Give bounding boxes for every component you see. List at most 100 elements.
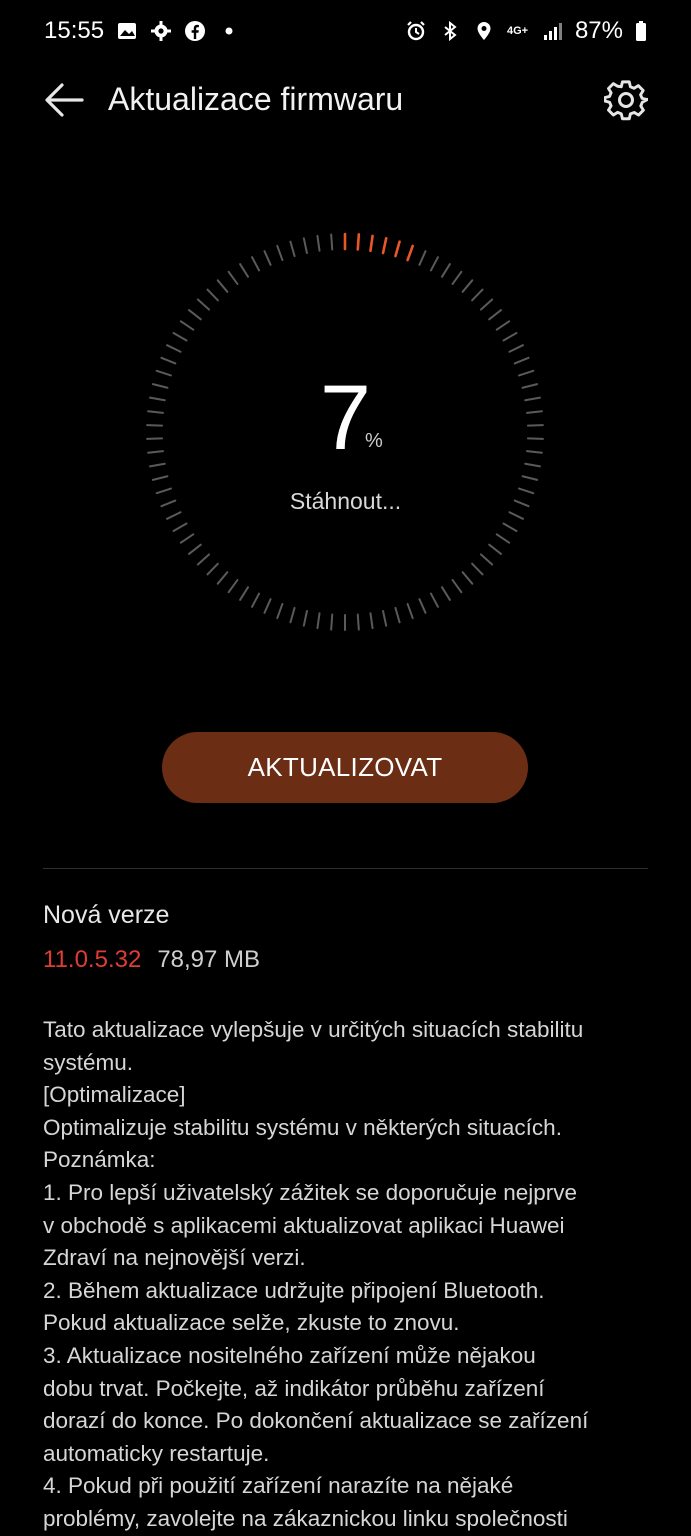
progress-tick bbox=[479, 298, 494, 311]
progress-tick-active bbox=[406, 244, 415, 262]
progress-tick bbox=[251, 592, 261, 608]
progress-tick bbox=[471, 562, 484, 576]
signal-icon bbox=[541, 20, 563, 42]
release-note-line: [Optimalizace] bbox=[43, 1082, 186, 1108]
release-note-line: dobu trvat. Počkejte, až indikátor průbě… bbox=[43, 1375, 545, 1401]
bluetooth-icon bbox=[439, 20, 461, 42]
page-title: Aktualizace firmwaru bbox=[108, 81, 404, 117]
progress-tick bbox=[316, 234, 321, 252]
gear-icon bbox=[603, 80, 649, 121]
progress-tick bbox=[227, 579, 239, 594]
back-button[interactable] bbox=[42, 78, 86, 122]
progress-tick bbox=[172, 332, 188, 342]
status-bar: 15:55 4G+ 87% bbox=[0, 0, 691, 62]
progress-tick bbox=[461, 279, 474, 293]
release-note-line: 1. Pro lepší uživatelský zážitek se dopo… bbox=[43, 1179, 578, 1205]
app-header: Aktualizace firmwaru bbox=[0, 62, 691, 136]
progress-tick bbox=[488, 543, 503, 555]
release-note-line: Pokud aktualizace selže, zkuste to znovu… bbox=[43, 1310, 460, 1336]
progress-tick bbox=[508, 344, 524, 353]
divider bbox=[43, 868, 648, 869]
progress-tick bbox=[479, 553, 494, 566]
progress-tick bbox=[330, 233, 334, 251]
version-row: 11.0.5.32 78,97 MB bbox=[43, 946, 260, 974]
progress-tick bbox=[206, 562, 219, 576]
progress-tick bbox=[302, 610, 308, 627]
progress-tick bbox=[276, 602, 284, 620]
download-status: Stáhnout... bbox=[289, 488, 402, 514]
progress-tick bbox=[196, 553, 211, 566]
progress-tick bbox=[289, 606, 296, 624]
progress-tick bbox=[151, 475, 169, 481]
progress-tick bbox=[216, 279, 229, 293]
progress-tick bbox=[382, 610, 388, 627]
progress-tick bbox=[495, 533, 511, 544]
release-note-line: Poznámka: bbox=[43, 1147, 156, 1173]
release-note-line: 2. Během aktualizace udržujte připojení … bbox=[43, 1277, 545, 1303]
version-size: 78,97 MB bbox=[157, 946, 261, 973]
facebook-icon bbox=[184, 20, 206, 42]
release-note-line: 4. Pokud při použití zařízení narazíte n… bbox=[43, 1473, 514, 1499]
progress-tick bbox=[451, 579, 463, 594]
progress-tick bbox=[166, 344, 182, 353]
progress-tick bbox=[276, 244, 284, 262]
release-note-line: Optimalizuje stabilitu systému v některý… bbox=[43, 1114, 562, 1140]
progress-tick bbox=[429, 592, 439, 608]
settings-button[interactable] bbox=[603, 78, 649, 122]
progress-tick bbox=[418, 250, 427, 266]
progress-tick bbox=[418, 598, 427, 614]
progress-tick bbox=[429, 256, 439, 272]
release-note-line: systému. bbox=[43, 1049, 134, 1075]
progress-tick bbox=[196, 298, 211, 311]
progress-tick-active bbox=[369, 234, 374, 253]
progress-tick bbox=[495, 320, 511, 331]
clock: 15:55 bbox=[44, 17, 105, 44]
progress-tick bbox=[521, 475, 539, 481]
release-note-line: Tato aktualizace vylepšuje v určitých si… bbox=[43, 1017, 584, 1042]
progress-percent: 7 bbox=[319, 367, 372, 469]
version-number: 11.0.5.32 bbox=[43, 946, 142, 973]
release-note-line: v obchodě s aplikacemi aktualizovat apli… bbox=[43, 1212, 565, 1238]
progress-tick bbox=[239, 586, 250, 601]
progress-tick bbox=[187, 543, 202, 555]
progress-tick bbox=[440, 586, 451, 601]
progress-tick bbox=[471, 288, 484, 302]
progress-unit: % bbox=[365, 430, 383, 452]
dot-icon bbox=[218, 20, 240, 42]
progress-tick-active bbox=[381, 237, 388, 255]
status-bar-right: 4G+ 87% bbox=[405, 17, 647, 45]
progress-tick bbox=[263, 250, 272, 266]
progress-tick bbox=[239, 263, 250, 278]
progress-tick bbox=[394, 606, 401, 624]
progress-tick bbox=[513, 356, 530, 365]
progress-tick bbox=[206, 288, 219, 302]
progress-tick bbox=[502, 522, 518, 532]
progress-tick bbox=[316, 612, 321, 630]
progress-tick bbox=[179, 533, 195, 544]
progress-tick bbox=[451, 270, 463, 285]
progress-tick bbox=[289, 240, 296, 258]
release-note-line: dorazí do konce. Po dokončení aktualizac… bbox=[43, 1408, 589, 1434]
progress-tick bbox=[369, 612, 374, 630]
progress-tick bbox=[440, 263, 451, 278]
progress-tick bbox=[356, 613, 360, 631]
progress-tick bbox=[227, 270, 239, 285]
release-note-line: 3. Aktualizace nositelného zařízení může… bbox=[43, 1342, 536, 1368]
progress-tick bbox=[172, 522, 188, 532]
progress-tick bbox=[406, 602, 414, 620]
image-icon bbox=[116, 20, 138, 42]
progress-tick bbox=[179, 320, 195, 331]
progress-tick bbox=[216, 571, 229, 585]
settings-icon bbox=[150, 20, 172, 42]
location-icon bbox=[473, 20, 495, 42]
progress-tick bbox=[187, 309, 202, 321]
battery-level: 87% bbox=[574, 17, 623, 44]
release-note-line: Zdraví na nejnovější verzi. bbox=[43, 1245, 306, 1271]
release-notes: Tato aktualizace vylepšuje v určitých si… bbox=[43, 1014, 663, 1536]
progress-tick bbox=[461, 571, 474, 585]
new-version-label: Nová verze bbox=[43, 901, 170, 929]
status-bar-left: 15:55 bbox=[44, 17, 240, 45]
release-note-line: problémy, zavolejte na zákaznickou linku… bbox=[43, 1505, 568, 1531]
progress-tick bbox=[160, 356, 177, 365]
update-button[interactable]: AKTUALIZOVAT bbox=[162, 732, 528, 803]
